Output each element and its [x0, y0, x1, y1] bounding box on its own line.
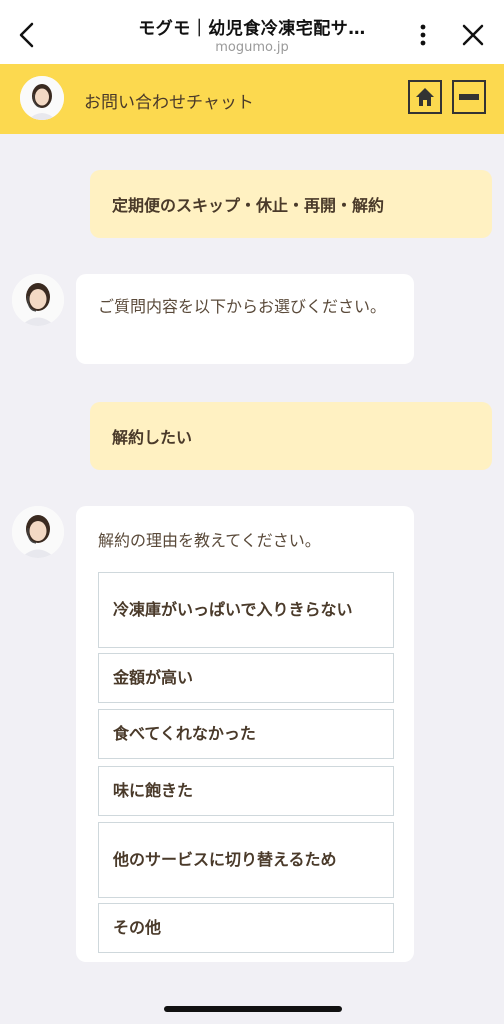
user-message-text: 定期便のスキップ・休止・再開・解約 — [112, 196, 385, 215]
option-label: 金額が高い — [113, 668, 194, 687]
option-label: 冷凍庫がいっぱいで入りきらない — [113, 600, 353, 619]
reason-option-button[interactable]: 他のサービスに切り替えるため — [98, 822, 394, 898]
chat-header: お問い合わせチャット — [0, 64, 504, 134]
minimize-icon[interactable] — [452, 80, 486, 114]
user-message-bubble: 解約したい — [90, 402, 492, 470]
operator-avatar — [20, 76, 64, 120]
chat-title: お問い合わせチャット — [84, 93, 254, 113]
bot-message-text: ご質問内容を以下からお選びください。 — [98, 297, 387, 316]
option-label: 味に飽きた — [113, 781, 194, 800]
bot-message-text: 解約の理由を教えてください。 — [98, 531, 321, 550]
user-message-bubble: 定期便のスキップ・休止・再開・解約 — [90, 170, 492, 238]
browser-title: モグモ｜幼児食冷凍宅配サ… — [138, 19, 366, 39]
reason-option-button[interactable]: 食べてくれなかった — [98, 709, 394, 759]
option-label: 食べてくれなかった — [113, 724, 256, 743]
reason-option-button[interactable]: 冷凍庫がいっぱいで入りきらない — [98, 572, 394, 648]
option-label: 他のサービスに切り替えるため — [113, 850, 337, 869]
home-indicator[interactable] — [164, 1006, 342, 1012]
home-icon[interactable] — [408, 80, 442, 114]
operator-avatar — [12, 274, 64, 326]
close-icon[interactable] — [460, 22, 486, 48]
back-chevron-icon[interactable] — [14, 20, 40, 50]
reason-option-button[interactable]: 金額が高い — [98, 653, 394, 703]
operator-avatar — [12, 506, 64, 558]
option-label: その他 — [113, 918, 162, 937]
bot-message-bubble: ご質問内容を以下からお選びください。 — [76, 274, 414, 364]
reason-option-button[interactable]: 味に飽きた — [98, 766, 394, 816]
browser-url: mogumo.jp — [215, 40, 289, 55]
browser-bar: モグモ｜幼児食冷凍宅配サ… mogumo.jp — [0, 0, 504, 64]
reason-option-button[interactable]: その他 — [98, 903, 394, 953]
user-message-text: 解約したい — [112, 428, 193, 447]
bot-message-bubble: 解約の理由を教えてください。 冷凍庫がいっぱいで入りきらない 金額が高い 食べて… — [76, 506, 414, 962]
more-vertical-icon[interactable] — [410, 22, 436, 48]
